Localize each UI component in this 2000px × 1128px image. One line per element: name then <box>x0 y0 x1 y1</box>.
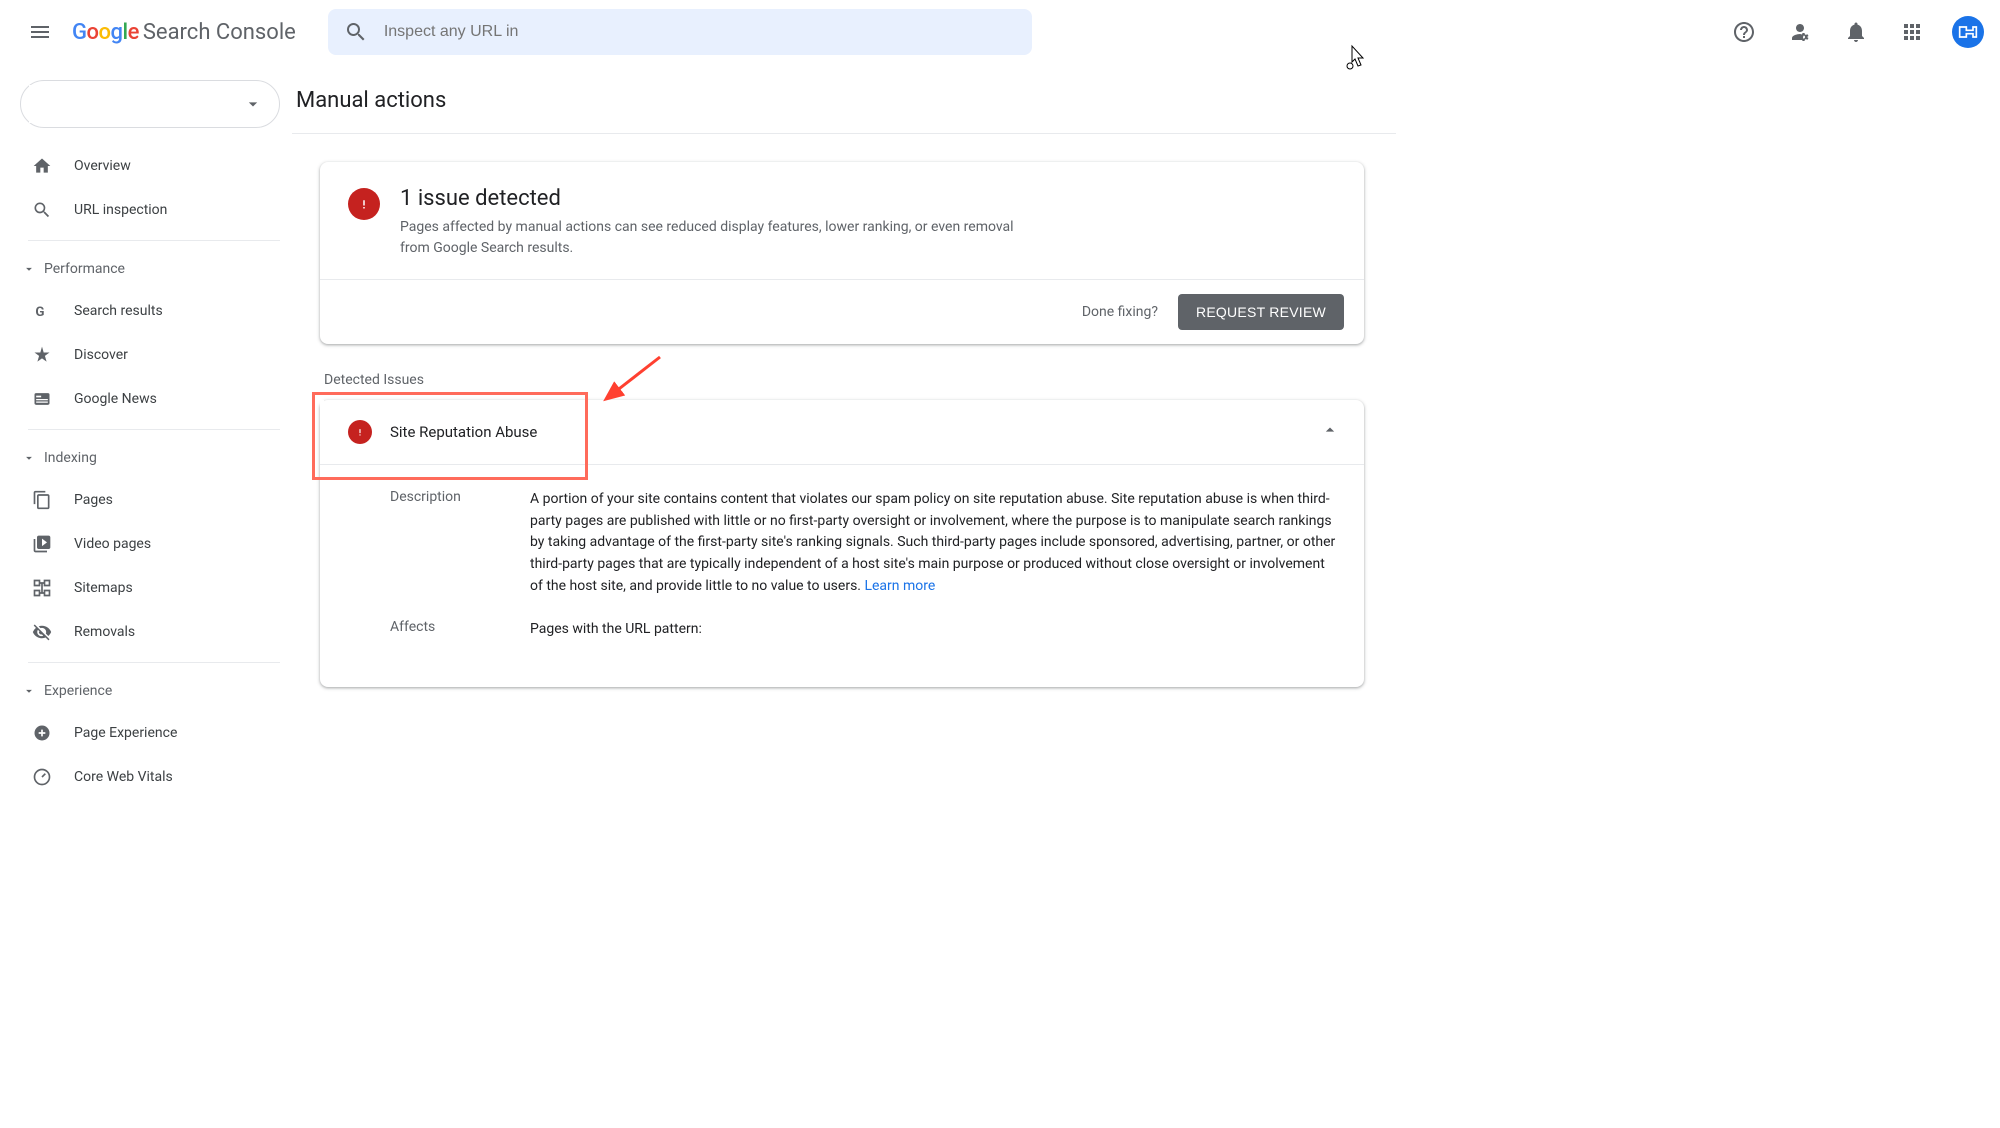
sidebar-section-indexing[interactable]: Indexing <box>0 438 296 478</box>
detected-issues-label: Detected Issues <box>324 372 1364 388</box>
done-fixing-label: Done fixing? <box>1082 304 1158 320</box>
sidebar-item-sitemaps[interactable]: Sitemaps <box>0 566 280 610</box>
sidebar-item-removals[interactable]: Removals <box>0 610 280 654</box>
section-label: Performance <box>44 261 125 277</box>
property-selector[interactable] <box>20 80 280 128</box>
sidebar: Overview URL inspection Performance G Se… <box>0 64 296 807</box>
sidebar-item-label: Discover <box>74 347 128 363</box>
description-value: A portion of your site contains content … <box>530 489 1336 597</box>
chevron-down-icon <box>22 451 36 465</box>
description-label: Description <box>390 489 490 597</box>
sidebar-item-label: Google News <box>74 391 157 407</box>
sidebar-item-google-news[interactable]: Google News <box>0 377 280 421</box>
video-icon <box>30 532 54 556</box>
issue-title: Site Reputation Abuse <box>390 423 1302 441</box>
pages-icon <box>30 488 54 512</box>
product-name: Search Console <box>143 20 296 45</box>
apps-button[interactable] <box>1892 12 1932 52</box>
chevron-up-icon <box>1320 420 1340 444</box>
hamburger-menu-button[interactable] <box>16 8 64 56</box>
sidebar-item-label: Search results <box>74 303 163 319</box>
g-icon: G <box>30 299 54 323</box>
home-icon <box>30 154 54 178</box>
sidebar-section-experience[interactable]: Experience <box>0 671 296 711</box>
google-logo: Google <box>72 20 139 45</box>
sidebar-item-label: URL inspection <box>74 202 167 218</box>
sidebar-item-label: Page Experience <box>74 725 177 741</box>
issue-summary-card: 1 issue detected Pages affected by manua… <box>320 162 1364 344</box>
sitemap-icon <box>30 576 54 600</box>
sidebar-item-label: Removals <box>74 624 135 640</box>
notifications-button[interactable] <box>1836 12 1876 52</box>
search-icon <box>344 20 368 44</box>
error-icon <box>348 188 380 220</box>
sidebar-item-url-inspection[interactable]: URL inspection <box>0 188 280 232</box>
user-settings-button[interactable] <box>1780 12 1820 52</box>
request-review-button[interactable]: REQUEST REVIEW <box>1178 294 1344 330</box>
chevron-down-icon <box>243 94 263 114</box>
svg-text:G: G <box>35 305 44 320</box>
star-icon <box>30 343 54 367</box>
sidebar-item-label: Overview <box>74 158 131 174</box>
learn-more-link[interactable]: Learn more <box>864 578 935 594</box>
help-button[interactable] <box>1724 12 1764 52</box>
sidebar-item-label: Pages <box>74 492 113 508</box>
error-icon <box>348 420 372 444</box>
sidebar-item-overview[interactable]: Overview <box>0 144 280 188</box>
search-input[interactable] <box>384 23 1016 41</box>
section-label: Indexing <box>44 450 97 466</box>
sidebar-item-pages[interactable]: Pages <box>0 478 280 522</box>
sidebar-item-page-experience[interactable]: Page Experience <box>0 711 280 755</box>
issue-header[interactable]: Site Reputation Abuse <box>320 400 1364 464</box>
page-title: Manual actions <box>296 64 1364 133</box>
section-label: Experience <box>44 683 112 699</box>
issue-subtitle: Pages affected by manual actions can see… <box>400 217 1040 259</box>
affects-label: Affects <box>390 619 490 641</box>
sidebar-item-discover[interactable]: Discover <box>0 333 280 377</box>
issue-count-title: 1 issue detected <box>400 186 1040 211</box>
sidebar-item-label: Video pages <box>74 536 151 552</box>
sidebar-item-label: Sitemaps <box>74 580 133 596</box>
sidebar-item-label: Core Web Vitals <box>74 769 173 785</box>
affects-value: Pages with the URL pattern: <box>530 619 1336 641</box>
search-icon <box>30 198 54 222</box>
sidebar-item-search-results[interactable]: G Search results <box>0 289 280 333</box>
account-avatar[interactable] <box>1952 16 1984 48</box>
sidebar-section-performance[interactable]: Performance <box>0 249 296 289</box>
removal-icon <box>30 620 54 644</box>
news-icon <box>30 387 54 411</box>
chevron-down-icon <box>22 262 36 276</box>
issue-detail-card: Site Reputation Abuse Description A port… <box>320 400 1364 687</box>
sidebar-item-video-pages[interactable]: Video pages <box>0 522 280 566</box>
chevron-down-icon <box>22 684 36 698</box>
logo: Google Search Console <box>72 20 296 45</box>
plus-circle-icon <box>30 721 54 745</box>
url-inspect-search[interactable] <box>328 9 1032 55</box>
sidebar-item-core-web-vitals[interactable]: Core Web Vitals <box>0 755 280 799</box>
gauge-icon <box>30 765 54 789</box>
